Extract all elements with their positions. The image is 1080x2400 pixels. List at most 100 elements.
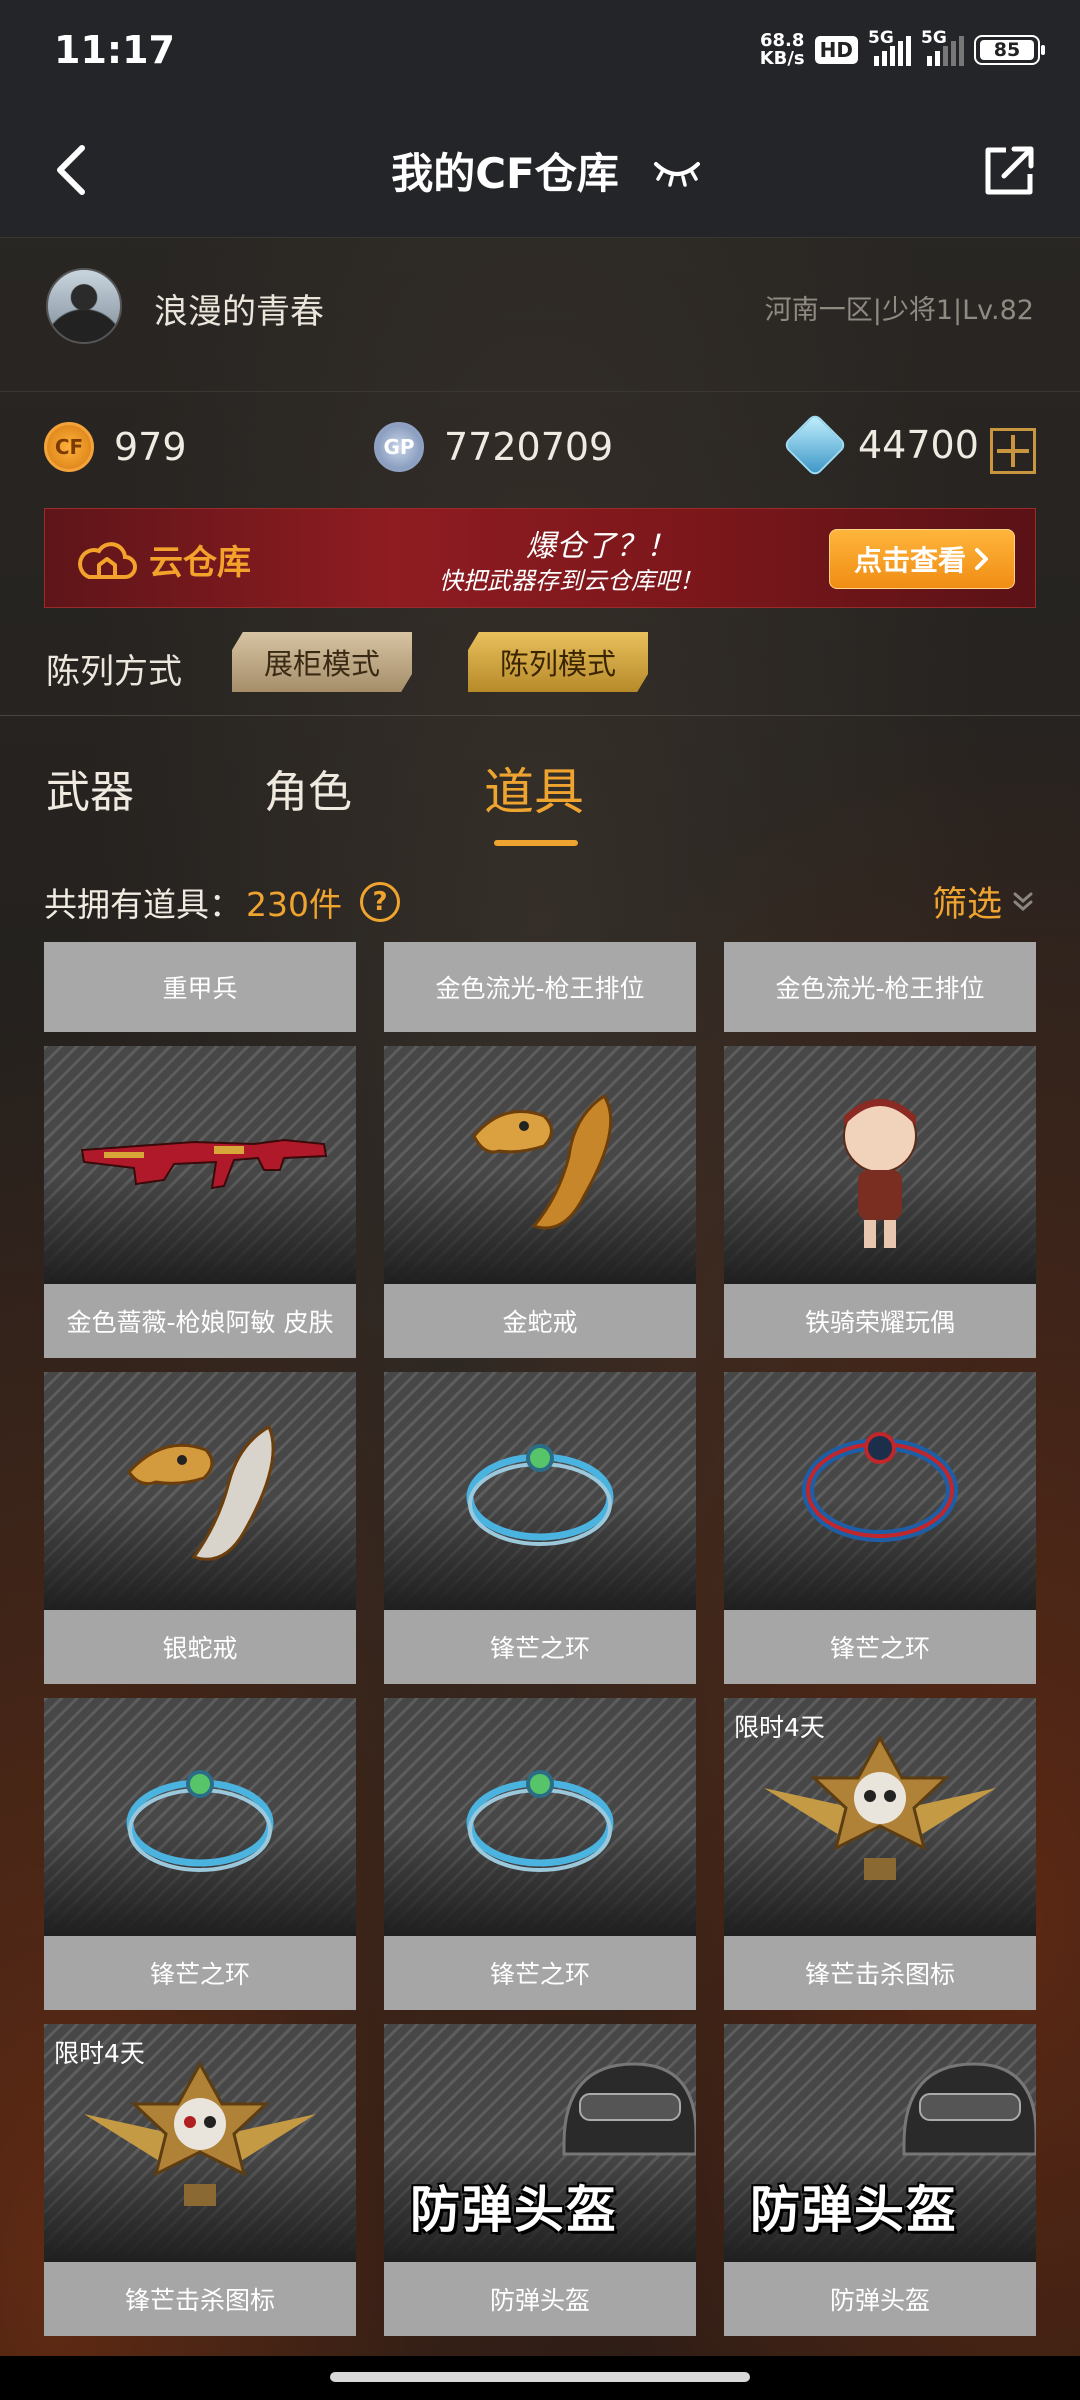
item-image bbox=[44, 1372, 356, 1610]
item-card[interactable]: 金色蔷薇-枪娘阿敏 皮肤 bbox=[44, 1046, 356, 1358]
item-name: 锋芒之环 bbox=[384, 1610, 696, 1684]
item-card[interactable]: 金蛇戒 bbox=[384, 1046, 696, 1358]
user-info-row: 浪漫的青春 河南一区|少将1|Lv.82 bbox=[0, 238, 1080, 392]
item-card[interactable]: 铁骑荣耀玩偶 bbox=[724, 1046, 1036, 1358]
battery-level: 85 bbox=[980, 40, 1034, 60]
gold-snake-ring-icon bbox=[472, 1093, 613, 1230]
filter-button[interactable]: 筛选 bbox=[932, 876, 1034, 927]
item-name: 铁骑荣耀玩偶 bbox=[724, 1284, 1036, 1358]
item-grid: 重甲兵 金色流光-枪王排位 金色流光-枪王排位 金色蔷薇-枪娘阿敏 皮肤 金蛇戒 bbox=[44, 942, 1036, 2362]
add-diamond-button[interactable] bbox=[990, 428, 1036, 474]
cf-points-value: 979 bbox=[114, 425, 187, 469]
limited-time-badge: 限时4天 bbox=[54, 2039, 145, 2068]
status-time: 11:17 bbox=[54, 28, 175, 72]
item-name[interactable]: 金色流光-枪王排位 bbox=[384, 942, 696, 1032]
item-name: 防弹头盔 bbox=[384, 2262, 696, 2336]
item-name: 锋芒击杀图标 bbox=[44, 2262, 356, 2336]
item-card[interactable]: 锋芒之环 bbox=[724, 1372, 1036, 1684]
doll-icon bbox=[843, 1099, 917, 1248]
item-image: 限时4天 bbox=[44, 2024, 356, 2262]
share-icon[interactable] bbox=[980, 140, 1040, 200]
item-card[interactable]: 锋芒之环 bbox=[384, 1698, 696, 2010]
helmet-overlay-text: 防弹头盔 bbox=[410, 2181, 618, 2239]
battery-icon: 85 bbox=[974, 35, 1045, 65]
list-mode-button[interactable]: 陈列模式 bbox=[468, 632, 648, 692]
item-card[interactable]: 防弹头盔 防弹头盔 bbox=[724, 2024, 1036, 2336]
gp-points-value: 7720709 bbox=[444, 425, 614, 469]
view-cloud-button[interactable]: 点击查看 bbox=[829, 529, 1015, 589]
ring-icon bbox=[466, 1444, 614, 1546]
silver-snake-ring-icon bbox=[127, 1424, 275, 1561]
item-count: 共拥有道具： 230件 ? bbox=[44, 878, 400, 926]
tab-items[interactable]: 道具 bbox=[484, 752, 584, 824]
ring-icon bbox=[466, 1770, 614, 1872]
rifle-skin-icon bbox=[80, 1138, 328, 1190]
network-speed: 68.8 KB/s bbox=[759, 30, 805, 69]
signal-sim2-icon: 5G bbox=[921, 28, 964, 66]
category-tabs: 武器 角色 道具 bbox=[0, 716, 1080, 856]
home-indicator[interactable] bbox=[330, 2372, 750, 2382]
double-chevron-down-icon bbox=[1013, 892, 1033, 911]
chevron-right-icon bbox=[975, 548, 988, 570]
item-card[interactable]: 银蛇戒 bbox=[44, 1372, 356, 1684]
server-rank-level: 河南一区|少将1|Lv.82 bbox=[764, 295, 1034, 326]
item-image bbox=[724, 1046, 1036, 1284]
item-image bbox=[384, 1046, 696, 1284]
item-name: 锋芒之环 bbox=[384, 1936, 696, 2010]
ring-icon bbox=[802, 1432, 958, 1542]
partial-row: 重甲兵 金色流光-枪王排位 金色流光-枪王排位 bbox=[44, 942, 1036, 1032]
item-name: 锋芒击杀图标 bbox=[724, 1936, 1036, 2010]
help-icon[interactable]: ? bbox=[360, 882, 400, 922]
item-name[interactable]: 金色流光-枪王排位 bbox=[724, 942, 1036, 1032]
avatar[interactable] bbox=[46, 268, 122, 344]
limited-time-badge: 限时4天 bbox=[734, 1713, 825, 1742]
item-image bbox=[44, 1046, 356, 1284]
gp-coin-icon: GP bbox=[374, 422, 424, 472]
item-name[interactable]: 重甲兵 bbox=[44, 942, 356, 1032]
item-card[interactable]: 限时4天 锋芒击杀图标 bbox=[44, 2024, 356, 2336]
gp-points: GP 7720709 bbox=[374, 422, 613, 472]
item-count-row: 共拥有道具： 230件 ? 筛选 bbox=[0, 856, 1080, 942]
item-name: 防弹头盔 bbox=[724, 2262, 1036, 2336]
item-name: 锋芒之环 bbox=[724, 1610, 1036, 1684]
hide-eye-icon[interactable] bbox=[652, 152, 702, 192]
item-image bbox=[384, 1698, 696, 1936]
app-header: 我的CF仓库 bbox=[0, 110, 1080, 238]
item-name: 锋芒之环 bbox=[44, 1936, 356, 2010]
hd-voice-icon: HD bbox=[814, 36, 858, 64]
diamond-icon bbox=[782, 412, 848, 478]
tab-weapons[interactable]: 武器 bbox=[46, 756, 134, 820]
item-name: 金色蔷薇-枪娘阿敏 皮肤 bbox=[44, 1284, 356, 1358]
item-image: 限时4天 bbox=[724, 1698, 1036, 1936]
item-card[interactable]: 防弹头盔 防弹头盔 bbox=[384, 2024, 696, 2336]
display-mode-label: 陈列方式 bbox=[46, 652, 182, 692]
status-bar: 11:17 68.8 KB/s HD 5G 5G 85 bbox=[0, 0, 1080, 110]
helmet-overlay-text: 防弹头盔 bbox=[750, 2181, 958, 2239]
diamond-points: 44700 bbox=[782, 412, 979, 478]
active-tab-indicator bbox=[494, 840, 578, 846]
showcase-mode-button[interactable]: 展柜模式 bbox=[232, 632, 412, 692]
item-image: 防弹头盔 bbox=[384, 2024, 696, 2262]
cloud-warehouse-banner[interactable]: 云仓库 爆仓了？！ 快把武器存到云仓库吧！ 点击查看 bbox=[44, 508, 1036, 608]
item-name: 金蛇戒 bbox=[384, 1284, 696, 1358]
item-image bbox=[724, 1372, 1036, 1610]
item-image bbox=[384, 1372, 696, 1610]
user-name: 浪漫的青春 bbox=[154, 292, 324, 332]
currency-row: CF 979 GP 7720709 44700 bbox=[0, 392, 1080, 508]
cf-coin-icon: CF bbox=[44, 422, 94, 472]
page-title: 我的CF仓库 bbox=[391, 149, 619, 198]
status-icons: 68.8 KB/s HD 5G 5G 85 bbox=[759, 28, 1045, 69]
item-card[interactable]: 锋芒之环 bbox=[44, 1698, 356, 2010]
item-card[interactable]: 锋芒之环 bbox=[384, 1372, 696, 1684]
diamond-value: 44700 bbox=[858, 423, 979, 467]
item-name: 银蛇戒 bbox=[44, 1610, 356, 1684]
signal-sim1-icon: 5G bbox=[868, 28, 911, 66]
tab-characters[interactable]: 角色 bbox=[264, 756, 352, 820]
ring-icon bbox=[126, 1770, 274, 1872]
item-card[interactable]: 限时4天 锋芒击杀图标 bbox=[724, 1698, 1036, 2010]
cf-points: CF 979 bbox=[44, 422, 187, 472]
system-nav-bar bbox=[0, 2356, 1080, 2400]
item-image: 防弹头盔 bbox=[724, 2024, 1036, 2262]
display-mode-row: 陈列方式 展柜模式 陈列模式 bbox=[0, 608, 1080, 716]
item-image bbox=[44, 1698, 356, 1936]
